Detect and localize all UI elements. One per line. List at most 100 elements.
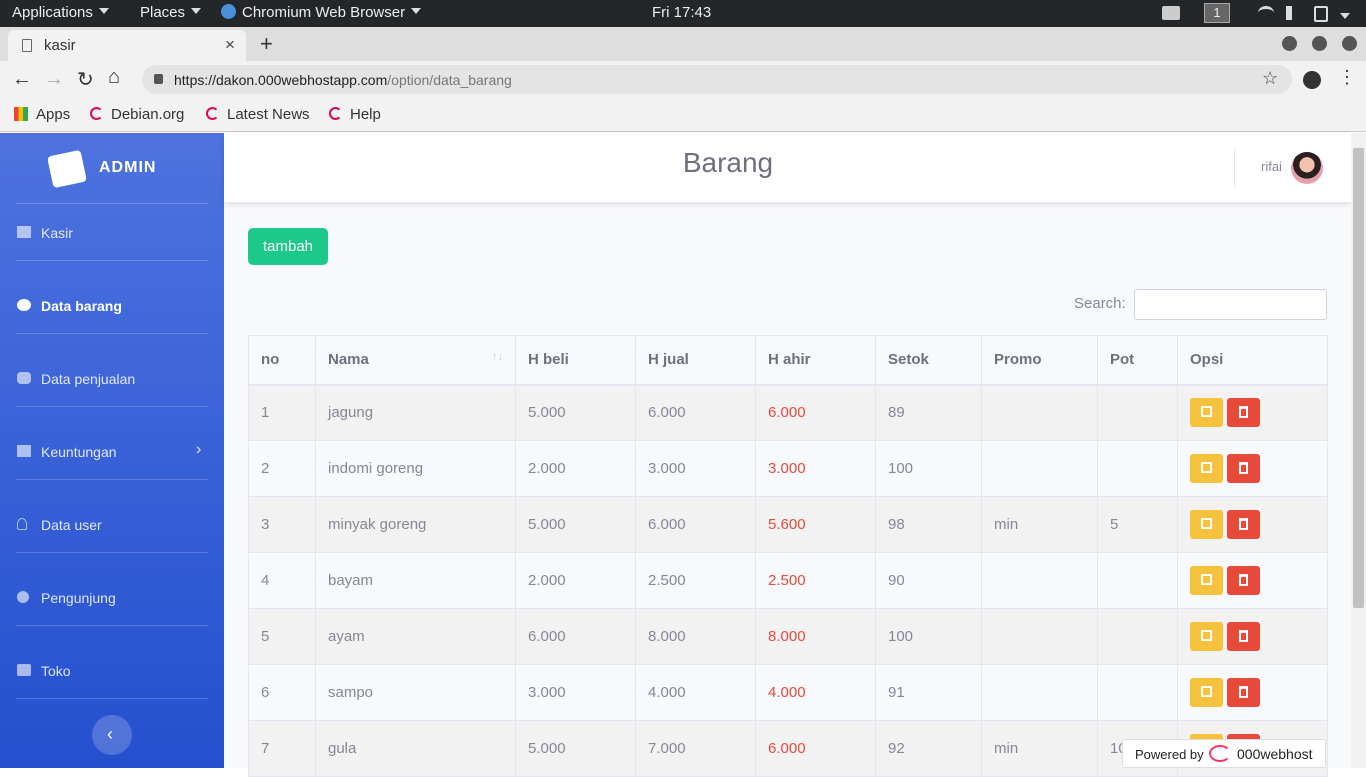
delete-button[interactable] [1227,454,1260,483]
sidebar-item-kasir[interactable]: Kasir [0,208,224,258]
wifi-icon[interactable] [1258,6,1274,20]
sidebar-divider [16,203,208,204]
cell-h-beli: 5.000 [515,384,636,441]
edit-icon [1201,686,1212,697]
column-header-h-ahir[interactable]: H ahir [755,335,876,386]
debian-icon [90,107,103,120]
volume-icon[interactable] [1286,6,1300,20]
table-row: 6 sampo 3.000 4.000 4.000 91 [248,664,1328,721]
powered-by-badge[interactable]: Powered by 000webhost [1122,739,1326,768]
column-header-h-beli[interactable]: H beli [515,335,636,386]
browser-toolbar: ← → ↻ ⌂ https://dakon.000webhostapp.com/… [0,61,1366,98]
places-menu[interactable]: Places [140,4,202,21]
address-bar[interactable]: https://dakon.000webhostapp.com/option/d… [142,65,1292,94]
close-window-icon[interactable] [1342,36,1357,51]
edit-button[interactable] [1190,678,1223,707]
minimize-icon[interactable] [1282,36,1297,51]
sidebar: ADMIN Kasir Data barang Data penjualan K… [0,133,224,768]
sidebar-toggle-button[interactable]: ‹ [92,715,132,755]
app-menu[interactable]: Chromium Web Browser [221,4,422,21]
column-header-setok[interactable]: Setok [875,335,982,386]
cell-no: 2 [248,440,316,497]
cell-no: 6 [248,664,316,721]
page-title: Barang [682,147,774,178]
cell-h-jual: 3.000 [635,440,756,497]
edit-button[interactable] [1190,398,1223,428]
cell-pot [1097,608,1178,665]
close-tab-icon[interactable]: × [225,35,235,55]
browser-tab-bar: kasir × + [0,27,1366,61]
cell-setok: 98 [875,496,982,553]
sidebar-divider [16,260,208,261]
cell-pot [1097,440,1178,497]
battery-icon[interactable] [1314,6,1328,22]
more-menu-icon[interactable]: ⋮ [1338,67,1356,88]
page-scrollbar[interactable] [1351,133,1366,768]
debian-icon [329,107,342,120]
sidebar-item-pengunjung[interactable]: Pengunjung [0,573,224,623]
chevron-left-icon: ‹ [107,724,113,744]
delete-button[interactable] [1227,622,1260,651]
page-icon [22,39,32,52]
account-icon[interactable] [1303,71,1321,89]
trash-icon [1239,518,1248,530]
trash-icon [1239,574,1248,586]
back-icon[interactable]: ← [12,68,32,91]
tambah-button[interactable]: tambah [248,228,328,265]
new-tab-icon[interactable]: + [260,31,273,57]
cell-no: 3 [248,496,316,553]
delete-button[interactable] [1227,678,1260,707]
column-header-label: Nama [328,351,369,369]
maximize-icon[interactable] [1312,36,1327,51]
scrollbar-thumb[interactable] [1353,148,1364,608]
system-menu-chevron-icon[interactable] [1340,9,1350,26]
user-icon [17,518,27,530]
sidebar-item-data-penjualan[interactable]: Data penjualan [0,354,224,404]
search-input[interactable] [1134,289,1327,320]
column-header-no[interactable]: no [248,335,316,386]
applications-menu[interactable]: Applications [12,4,109,21]
sidebar-item-keuntungan[interactable]: Keuntungan › [0,427,224,477]
edit-button[interactable] [1190,566,1223,595]
clock[interactable]: Fri 17:43 [652,4,711,21]
sidebar-item-toko[interactable]: Toko [0,646,224,696]
sidebar-item-data-user[interactable]: Data user [0,500,224,550]
sidebar-item-label: Data penjualan [41,371,136,387]
cell-nama: indomi goreng [315,440,516,497]
delete-button[interactable] [1227,398,1260,428]
cell-h-ahir: 3.000 [755,440,876,497]
cell-setok: 100 [875,608,982,665]
column-header-opsi[interactable]: Opsi [1177,335,1328,386]
username[interactable]: rifai [1261,159,1282,174]
edit-button[interactable] [1190,510,1223,539]
column-header-promo[interactable]: Promo [981,335,1098,386]
column-header-h-jual[interactable]: H jual [635,335,756,386]
delete-button[interactable] [1227,566,1260,595]
bookmark-latest-news[interactable]: Latest News [206,106,310,123]
delete-button[interactable] [1227,510,1260,539]
workspace-indicator[interactable]: 1 [1204,3,1230,23]
edit-button[interactable] [1190,622,1223,651]
trash-icon [1239,406,1248,419]
avatar[interactable] [1291,152,1323,184]
system-top-bar: Applications Places Chromium Web Browser… [0,0,1366,27]
forward-icon[interactable]: → [44,68,64,91]
bookmark-help[interactable]: Help [329,106,381,123]
star-icon[interactable]: ☆ [1262,68,1278,89]
cell-pot [1097,384,1178,441]
reload-icon[interactable]: ↻ [77,67,94,92]
browser-tab[interactable]: kasir × [8,30,246,61]
column-header-pot[interactable]: Pot [1097,335,1178,386]
edit-button[interactable] [1190,454,1223,483]
video-icon[interactable] [1162,6,1180,20]
bookmark-debian[interactable]: Debian.org [90,106,184,123]
sidebar-item-data-barang[interactable]: Data barang [0,281,224,331]
home-icon[interactable]: ⌂ [108,66,120,89]
bookmark-apps[interactable]: Apps [14,106,70,123]
column-header-nama[interactable]: Nama ↑↓ [315,335,516,386]
cell-h-jual: 6.000 [635,384,756,441]
tab-title: kasir [44,37,76,54]
cell-h-ahir: 2.500 [755,552,876,609]
sidebar-brand[interactable]: ADMIN [0,133,224,203]
edit-icon [1201,462,1212,473]
